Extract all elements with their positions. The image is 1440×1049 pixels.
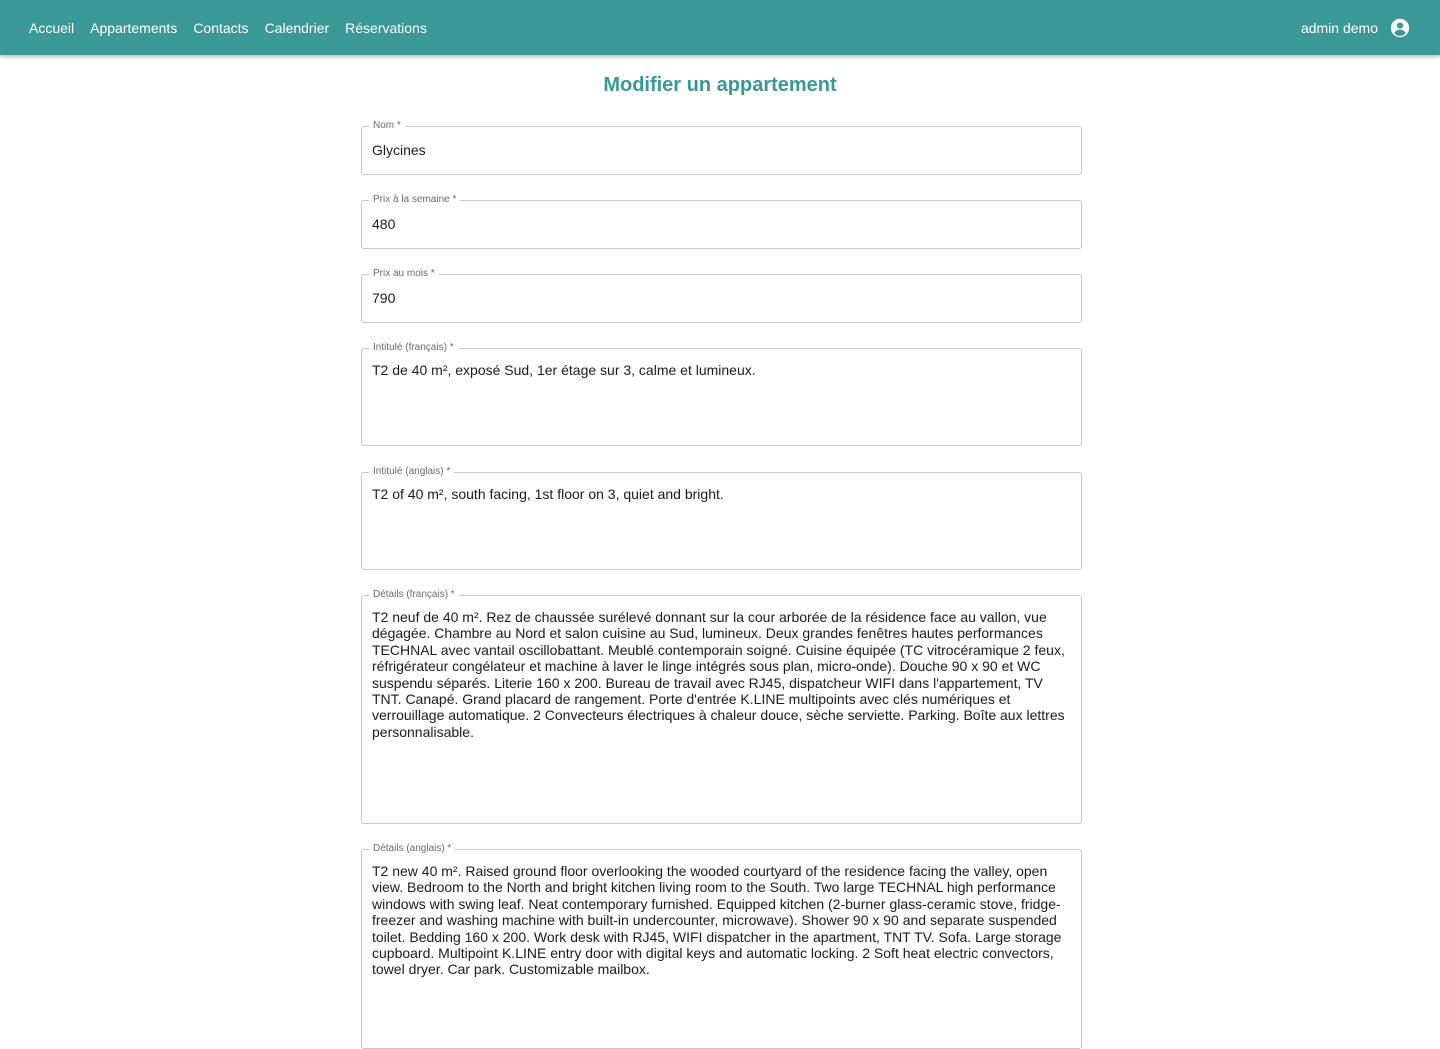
nav-link-reservations[interactable]: Réservations — [337, 18, 435, 38]
user-name: admin demo — [1300, 19, 1378, 36]
nav-link-accueil[interactable]: Accueil — [21, 18, 82, 38]
nav-link-appartements[interactable]: Appartements — [82, 18, 185, 38]
nav-link-calendrier[interactable]: Calendrier — [257, 18, 338, 38]
field-intitule-fr: Intitulé (français) * T2 de 40 m², expos… — [361, 341, 1082, 446]
field-prix-semaine: Prix à la semaine * — [361, 193, 1082, 249]
field-details-en: Détails (anglais) * T2 new 40 m². Raised… — [361, 842, 1082, 1049]
nav-link-contacts[interactable]: Contacts — [185, 18, 256, 38]
account-circle-icon — [1390, 18, 1410, 38]
top-app-bar: Accueil Appartements Contacts Calendrier… — [0, 0, 1440, 55]
field-prix-mois-label: Prix au mois * — [369, 267, 439, 280]
details-fr-textarea[interactable]: T2 neuf de 40 m². Rez de chaussée suréle… — [372, 609, 1072, 818]
intitule-en-textarea[interactable]: T2 of 40 m², south facing, 1st floor on … — [372, 486, 1072, 564]
prix-mois-input[interactable] — [372, 288, 1072, 308]
prix-semaine-input[interactable] — [372, 214, 1072, 234]
field-intitule-en-label: Intitulé (anglais) * — [369, 465, 455, 478]
field-prix-semaine-label: Prix à la semaine * — [369, 193, 461, 206]
field-details-fr: Détails (français) * T2 neuf de 40 m². R… — [361, 588, 1082, 824]
field-details-en-label: Détails (anglais) * — [369, 842, 456, 855]
field-intitule-fr-label: Intitulé (français) * — [369, 341, 458, 354]
field-details-fr-label: Détails (français) * — [369, 588, 459, 601]
field-prix-mois: Prix au mois * — [361, 267, 1082, 323]
field-intitule-en: Intitulé (anglais) * T2 of 40 m², south … — [361, 465, 1082, 570]
details-en-textarea[interactable]: T2 new 40 m². Raised ground floor overlo… — [372, 863, 1072, 1043]
field-nom: Nom * — [361, 119, 1082, 175]
page-title: Modifier un appartement — [603, 74, 837, 96]
intitule-fr-textarea[interactable]: T2 de 40 m², exposé Sud, 1er étage sur 3… — [372, 362, 1072, 440]
user-menu[interactable]: admin demo — [1301, 0, 1410, 55]
field-nom-label: Nom * — [369, 119, 405, 132]
nom-input[interactable] — [372, 140, 1072, 160]
main-nav: Accueil Appartements Contacts Calendrier… — [21, 0, 435, 55]
